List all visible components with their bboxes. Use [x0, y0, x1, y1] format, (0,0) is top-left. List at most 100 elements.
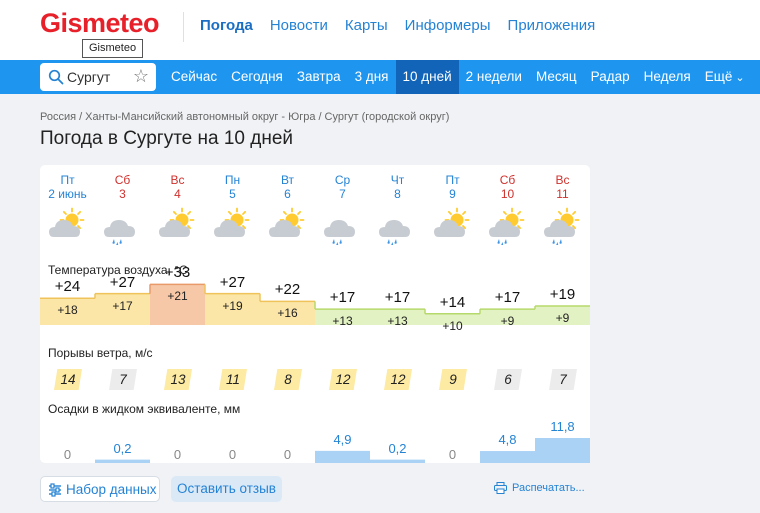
precipitation-label: Осадки в жидком эквиваленте, мм [48, 402, 241, 416]
temp-min: +19 [222, 298, 243, 313]
tab-4[interactable]: 10 дней [395, 60, 459, 94]
nav-weather[interactable]: Погода [200, 17, 253, 34]
temp-max: +24 [54, 278, 81, 296]
gismeteo-logo[interactable]: Gismeteo [40, 8, 160, 39]
tab-5[interactable]: 2 недели [459, 60, 529, 94]
city-search[interactable]: Сургут ☆ [40, 63, 156, 91]
tab-3[interactable]: 3 дня [348, 60, 396, 94]
wind-gust-badge: 12 [384, 369, 412, 390]
temp-max: +27 [219, 273, 246, 291]
logo-tooltip: Gismeteo [82, 39, 144, 58]
day-header[interactable]: Вт 6 [260, 173, 315, 201]
top-header: Gismeteo Gismeteo Погода Новости Карты И… [0, 0, 760, 60]
wind-gust-badge: 6 [494, 369, 522, 390]
sun-cloud-rain-icon [487, 207, 527, 246]
day-header[interactable]: Сб 10 [480, 173, 535, 201]
print-link[interactable]: Распечатать... [494, 482, 585, 495]
sun-cloud-icon [267, 207, 307, 245]
page-title: Погода в Сургуте на 10 дней [40, 128, 294, 149]
breadcrumb-region[interactable]: Ханты-Мансийский автономный округ - Югра [85, 111, 315, 123]
temp-min: +9 [500, 314, 515, 329]
precip-bar [370, 459, 425, 463]
temp-max: +17 [329, 289, 356, 307]
sliders-icon [49, 483, 61, 497]
day-header[interactable]: Пт 9 [425, 173, 480, 201]
breadcrumb-country[interactable]: Россия [40, 111, 76, 123]
search-input[interactable]: Сургут [67, 69, 110, 85]
precip-bar [95, 459, 150, 463]
day-header[interactable]: Вс 4 [150, 173, 205, 201]
tab-2[interactable]: Завтра [290, 60, 348, 94]
nav-informers[interactable]: Информеры [405, 17, 491, 34]
precip-value: 0 [173, 447, 182, 462]
feedback-button[interactable]: Оставить отзыв [171, 476, 282, 502]
day-date: 3 [119, 187, 126, 201]
nav-news[interactable]: Новости [270, 17, 328, 34]
star-icon[interactable]: ☆ [133, 66, 149, 87]
tab-7[interactable]: Радар [584, 60, 637, 94]
temp-min: +16 [277, 306, 298, 321]
temp-min: +10 [442, 318, 463, 333]
temp-min: +17 [112, 298, 133, 313]
breadcrumb: Россия / Ханты-Мансийский автономный округ… [40, 111, 449, 123]
day-date: 5 [229, 187, 236, 201]
day-date: 4 [174, 187, 181, 201]
sun-cloud-icon [157, 207, 197, 245]
wind-gust-badge: 8 [274, 369, 302, 390]
tab-9[interactable]: Ещё ⌄ [698, 60, 752, 94]
printer-icon [494, 482, 507, 495]
day-name: Пт [445, 173, 460, 187]
day-name: Пн [224, 173, 241, 187]
temp-min: +13 [387, 314, 408, 329]
precip-value: 0,2 [388, 440, 407, 456]
day-header[interactable]: Чт 8 [370, 173, 425, 201]
day-date: 6 [284, 187, 291, 201]
wind-gust-badge: 11 [219, 369, 247, 390]
sun-cloud-icon [432, 207, 472, 245]
breadcrumb-city[interactable]: Сургут (городской округ) [325, 111, 450, 123]
sun-cloud-rain-icon [542, 207, 582, 246]
day-header[interactable]: Ср 7 [315, 173, 370, 201]
precip-bar [535, 438, 590, 463]
precip-value: 0 [228, 447, 237, 462]
tab-label: Ещё [704, 69, 733, 84]
day-date: 10 [500, 187, 515, 201]
day-header[interactable]: Пн 5 [205, 173, 260, 201]
day-header[interactable]: Вс 11 [535, 173, 590, 201]
precip-value: 0,2 [113, 440, 132, 456]
sun-cloud-icon [47, 207, 87, 245]
temp-min: +13 [332, 314, 353, 329]
nav-apps[interactable]: Приложения [508, 17, 596, 34]
day-name: Вт [280, 173, 295, 187]
temp-max: +19 [549, 286, 576, 304]
day-date: 9 [449, 187, 456, 201]
temp-max: +17 [384, 289, 411, 307]
day-name: Ср [334, 173, 351, 187]
precip-bar [315, 450, 370, 463]
cloud-rain-icon [377, 207, 417, 246]
day-date: 7 [339, 187, 346, 201]
precip-bar [480, 451, 535, 463]
day-header[interactable]: Пт 2 июнь [40, 173, 95, 201]
print-label: Распечатать... [512, 482, 585, 494]
breadcrumb-separator: / [318, 111, 322, 123]
day-header[interactable]: Сб 3 [95, 173, 150, 201]
period-tabs: Сейчас Сегодня Завтра 3 дня 10 дней 2 недели М… [164, 60, 752, 94]
data-set-button[interactable]: Набор данных [40, 476, 160, 502]
tab-1[interactable]: Сегодня [224, 60, 290, 94]
breadcrumb-separator: / [79, 111, 83, 123]
day-name: Сб [499, 173, 516, 187]
precip-value: 0 [283, 447, 292, 462]
day-name: Пт [60, 173, 75, 187]
tab-8[interactable]: Неделя [637, 60, 698, 94]
temp-min: +18 [57, 303, 78, 318]
wind-gust-badge: 7 [109, 369, 137, 390]
wind-gust-badge: 13 [164, 369, 192, 390]
tab-6[interactable]: Месяц [529, 60, 584, 94]
cloud-rain-icon [102, 207, 142, 246]
data-set-label: Набор данных [66, 482, 157, 497]
nav-maps[interactable]: Карты [345, 17, 388, 34]
wind-gust-badge: 12 [329, 369, 357, 390]
day-name: Чт [390, 173, 405, 187]
tab-0[interactable]: Сейчас [164, 60, 224, 94]
